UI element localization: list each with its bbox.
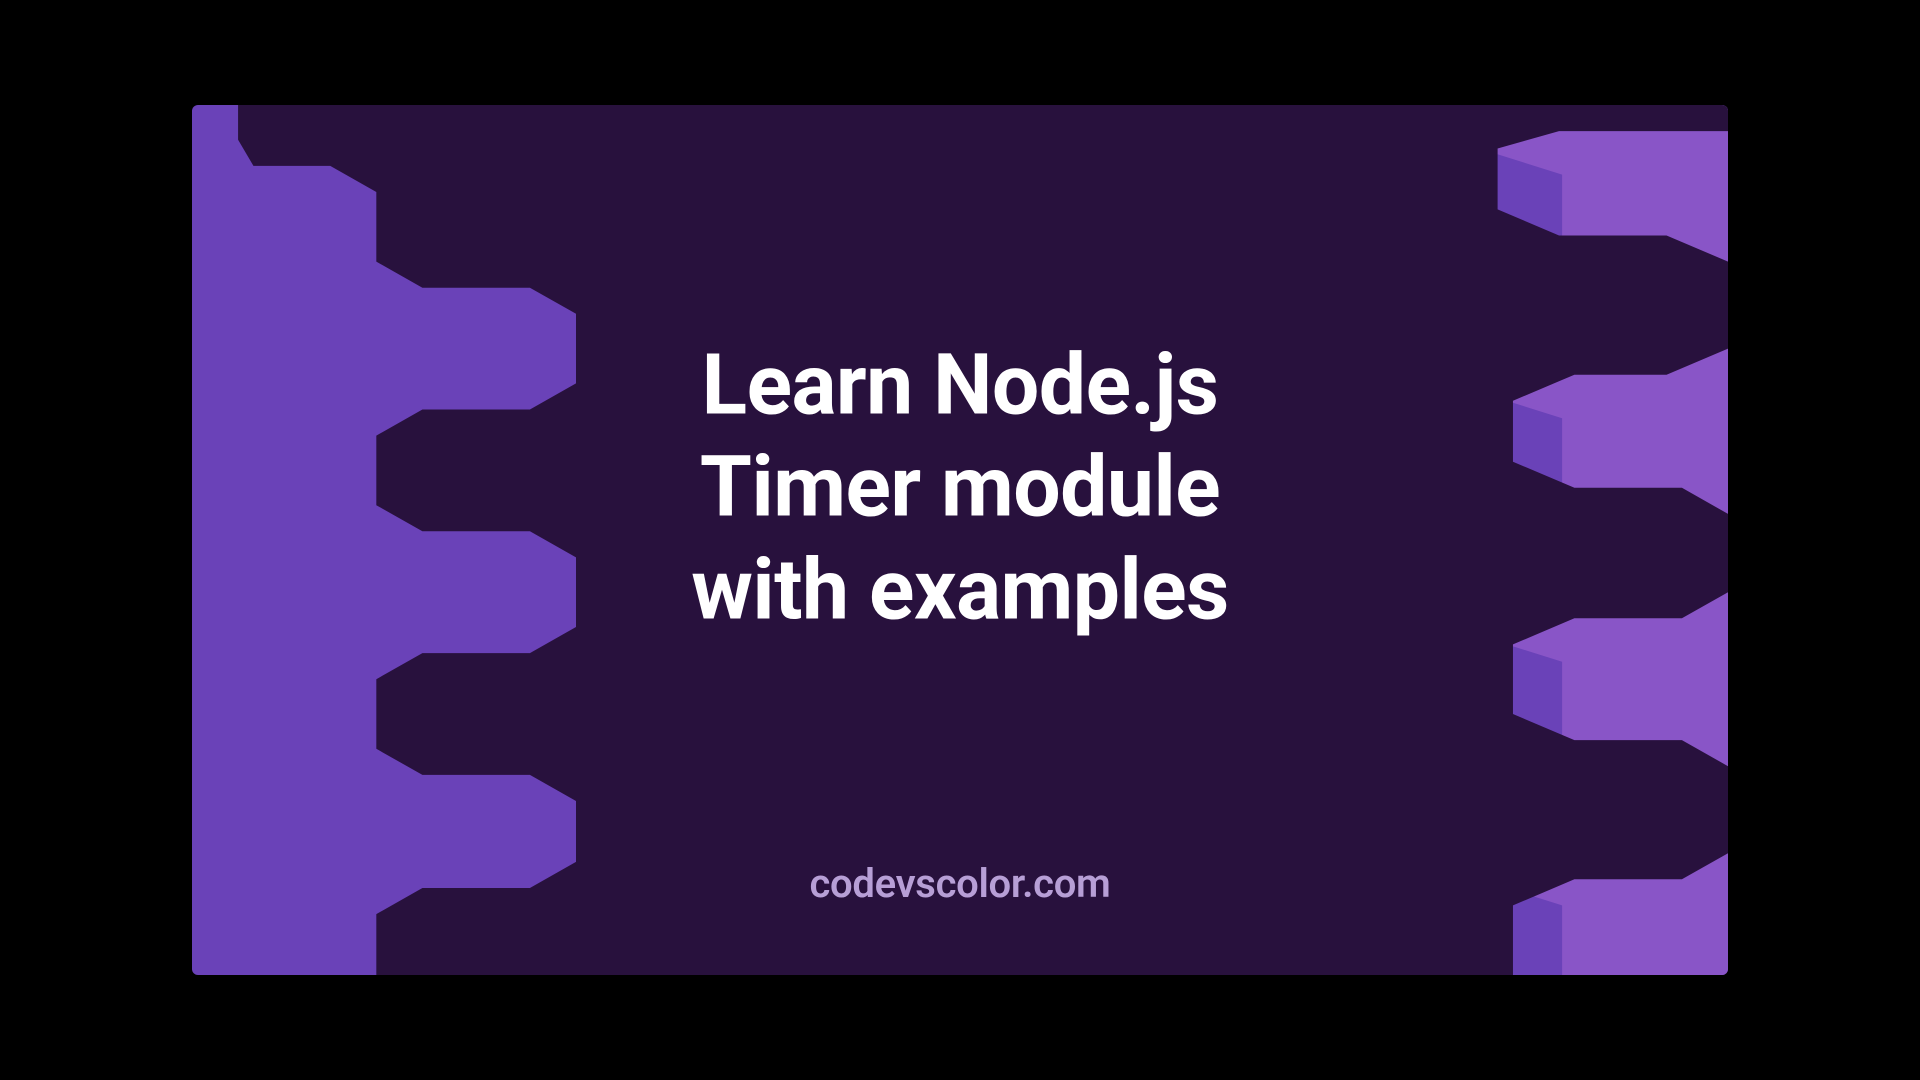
title-line-2: Timer module [700,438,1220,537]
title-line-1: Learn Node.js [702,335,1219,434]
credit-text: codevscolor.com [192,860,1728,907]
banner-card: Learn Node.js Timer module with examples… [192,105,1728,975]
banner-title: Learn Node.js Timer module with examples [192,334,1728,641]
title-line-3: with examples [691,540,1229,639]
